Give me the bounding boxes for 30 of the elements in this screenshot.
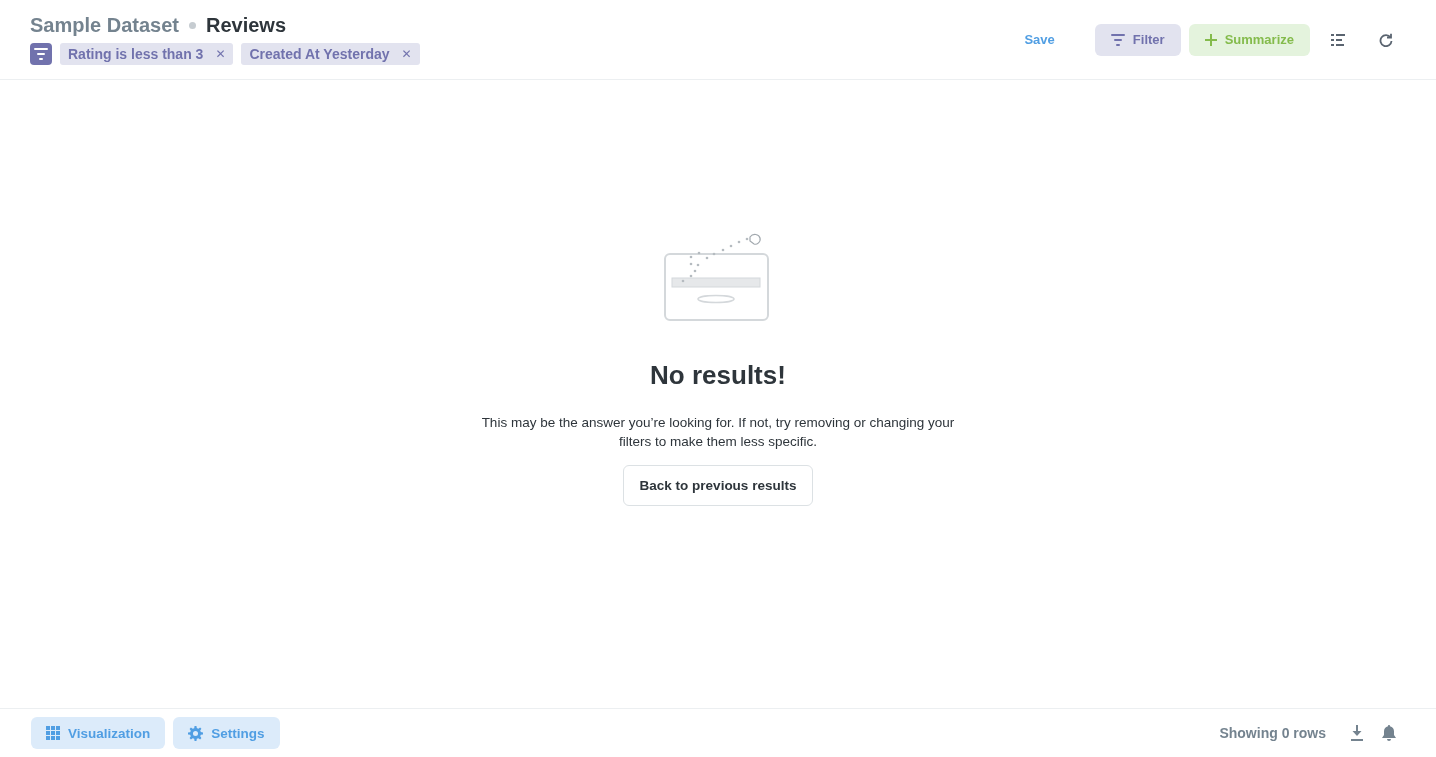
download-button[interactable] [1350,725,1366,741]
remove-filter-button[interactable]: ✕ [401,47,412,61]
settings-button[interactable]: Settings [173,717,280,749]
list-icon [1331,33,1345,46]
separator-dot [188,22,196,29]
filter-pill[interactable]: Rating is less than 3 ✕ [60,43,234,65]
filter-label: Rating is less than 3 [68,46,204,62]
bell-icon [1382,725,1396,741]
plus-icon [1204,33,1217,46]
back-button[interactable]: Back to previous results [622,465,814,506]
settings-icon [188,725,204,741]
database-name[interactable]: Sample Dataset [30,14,179,37]
row-count: Showing 0 rows [1219,725,1326,741]
remove-filter-button[interactable]: ✕ [215,47,226,61]
empty-state-title: No results! [650,360,786,391]
visualization-button[interactable]: Visualization [31,717,166,749]
table-name: Reviews [205,14,287,37]
filter-icon [34,48,48,60]
filter-pill[interactable]: Created At Yesterday ✕ [241,43,420,65]
grid-icon [46,726,60,740]
alert-button[interactable] [1382,725,1398,741]
summarize-button[interactable]: Summarize [1188,23,1310,56]
download-icon [1350,725,1364,741]
refresh-icon [1379,32,1393,47]
filter-label: Created At Yesterday [249,46,390,62]
empty-state-message: This may be the answer you’re looking for. If not, try removing or changing your filters to make them less specific. [480,414,956,451]
save-button[interactable]: Save [1008,23,1071,56]
filter-button[interactable]: Filter [1094,23,1181,56]
filter-toggle[interactable] [30,43,52,65]
filter-icon [1110,33,1125,46]
